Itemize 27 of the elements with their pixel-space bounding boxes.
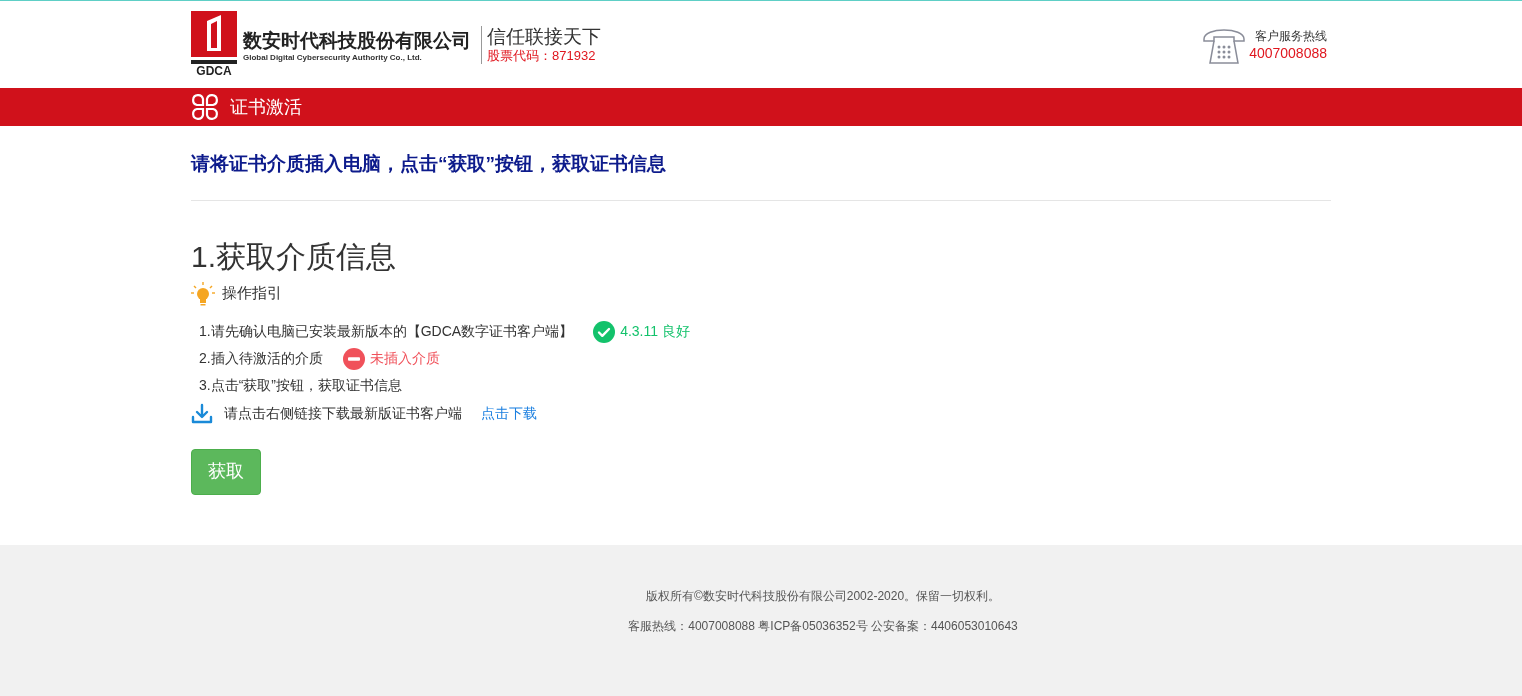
check-circle-icon	[593, 320, 616, 343]
fetch-button[interactable]: 获取	[191, 448, 261, 495]
logo-text: GDCA	[196, 64, 232, 78]
step-text: 2.插入待激活的介质	[199, 349, 323, 368]
hotline-label: 客户服务热线	[1255, 27, 1327, 44]
company-name: 数安时代科技股份有限公司	[243, 30, 471, 52]
section-title: 1.获取介质信息	[191, 238, 398, 275]
lightbulb-icon	[191, 281, 215, 306]
step-text: 3.点击“获取”按钮，获取证书信息	[199, 376, 402, 395]
hotline-number: 4007008088	[1249, 43, 1327, 62]
download-icon	[191, 402, 213, 425]
stock-code: 股票代码：871932	[487, 48, 597, 64]
nav-title: 证书激活	[230, 95, 302, 119]
four-petal-icon	[191, 93, 219, 121]
slogan: 信任联接天下	[487, 26, 601, 48]
status-text: 未插入介质	[369, 349, 440, 368]
company-name-english: Global Digital Cybersecurity Authority Co., Ltd.	[243, 52, 423, 64]
status-text: 4.3.11 良好	[620, 322, 690, 341]
guide-label: 操作指引	[222, 283, 282, 304]
step-text: 1.请先确认电脑已安装最新版本的【GDCA数字证书客户端】	[199, 322, 574, 341]
minus-circle-icon	[342, 347, 365, 370]
instruction-heading: 请将证书介质插入电脑，点击“获取”按钮，获取证书信息	[191, 153, 666, 174]
download-link[interactable]: 点击下载	[481, 403, 537, 424]
logo-mark-icon	[191, 11, 237, 57]
download-hint: 请点击右侧链接下载最新版证书客户端	[224, 404, 462, 423]
footer-info: 客服热线：4007008088 粤ICP备05036352号 公安备案：4406053010643	[628, 618, 1018, 635]
copyright-text: 版权所有©数安时代科技股份有限公司2002-2020。保留一切权利。	[645, 588, 1001, 605]
